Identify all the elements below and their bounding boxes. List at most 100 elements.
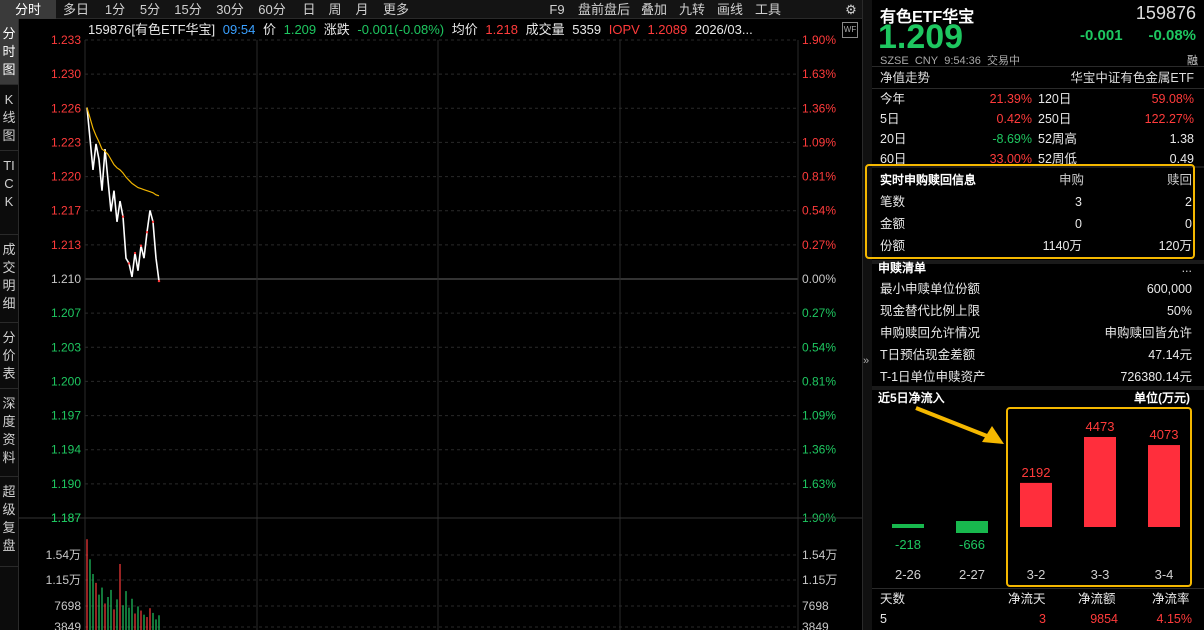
- flow-summary-header: 净流额: [1078, 592, 1116, 606]
- stat-value: 0.42%: [996, 112, 1032, 126]
- flow-bar: [892, 524, 924, 528]
- y-right-tick: 1.36%: [802, 101, 836, 115]
- flow-bar-label: -666: [959, 537, 985, 552]
- y-left-tick: 1.217: [51, 204, 81, 218]
- list-row-label: 最小申赎单位份额: [880, 282, 981, 296]
- stat-label: 52周高: [1038, 132, 1077, 146]
- tab-fenshi[interactable]: 分时: [0, 0, 56, 19]
- intraday-chart: 1.233 1.90% 1.230 1.63% 1.226 1.36% 1.223 1.09%…: [19, 33, 862, 630]
- security-code: 159876: [1135, 3, 1196, 23]
- y-left-tick: 1.210: [51, 272, 81, 286]
- nav-item-5[interactable]: 深度资料: [0, 389, 18, 477]
- nav-item-0[interactable]: 分时图: [0, 19, 18, 85]
- nav-item-4[interactable]: 分价表: [0, 323, 18, 389]
- stat-value: 122.27%: [1144, 112, 1194, 126]
- price-point: [133, 251, 137, 255]
- price-point: [145, 231, 149, 234]
- flow-summary-header: 天数: [880, 592, 906, 606]
- list-row-value: 600,000: [1146, 282, 1192, 296]
- nav-item-1[interactable]: K线图: [0, 85, 18, 151]
- y-right-tick: 1.63%: [802, 67, 836, 81]
- y-right-tick: 0.54%: [802, 340, 836, 354]
- flow-summary-value: 9854: [1090, 612, 1118, 626]
- list-row-value: 50%: [1166, 304, 1192, 318]
- tab-15min[interactable]: 15分: [170, 0, 206, 19]
- flow-summary-value: 5: [880, 612, 887, 626]
- tab-draw-line[interactable]: 画线: [714, 0, 746, 19]
- list-row-label: 现金替代比例上限: [880, 304, 981, 318]
- list-row-label: T-1日单位申赎资产: [880, 370, 986, 384]
- volume-tick: 1.54万: [46, 548, 81, 562]
- volume-tick: 1.54万: [802, 548, 837, 562]
- nav-item-3[interactable]: 成交明细: [0, 235, 18, 323]
- list-row-value: 申购赎回皆允许: [1104, 326, 1192, 340]
- volume-top-price: 1.187: [51, 511, 81, 525]
- tab-5min[interactable]: 5分: [134, 0, 166, 19]
- volume-tick: 3849: [54, 620, 81, 630]
- y-left-tick: 1.233: [51, 33, 81, 47]
- nav-item-6[interactable]: 超级复盘: [0, 477, 18, 567]
- nav-item-2[interactable]: TICK: [0, 151, 18, 235]
- y-right-tick: 0.27%: [802, 238, 836, 252]
- y-right-tick: 0.27%: [802, 306, 836, 320]
- chevron-right-icon[interactable]: »: [863, 355, 869, 367]
- flow-summary-value: 3: [1039, 612, 1046, 626]
- flow-summary-header: 净流率: [1152, 592, 1190, 606]
- y-right-tick: 1.90%: [802, 33, 836, 47]
- arrow-icon: [915, 406, 1004, 444]
- volume-tick: 3849: [802, 620, 829, 630]
- tab-f9[interactable]: F9: [546, 0, 568, 19]
- list-row-value: 47.14元: [1148, 348, 1192, 362]
- y-right-tick: 1.63%: [802, 477, 836, 491]
- period-toolbar: 分时 多日 1分 5分 15分 30分 60分 日 周 月 更多 F9 盘前盘后…: [0, 0, 862, 19]
- price-point: [127, 262, 131, 265]
- stat-label: 250日: [1038, 112, 1072, 126]
- flow-bar-label: -218: [895, 537, 921, 552]
- volume-tick: 1.15万: [802, 573, 837, 587]
- tab-more[interactable]: 更多: [378, 0, 414, 19]
- flow-summary-header: 净流天: [1008, 592, 1046, 606]
- tab-premarket[interactable]: 盘前盘后: [575, 0, 633, 19]
- tab-day[interactable]: 日: [298, 0, 320, 19]
- stat-value: 1.38: [1169, 132, 1194, 146]
- y-left-tick: 1.194: [51, 443, 81, 457]
- y-left-tick: 1.230: [51, 67, 81, 81]
- tab-month[interactable]: 月: [351, 0, 373, 19]
- flow-date-label: 2-26: [895, 567, 921, 582]
- price-point: [151, 220, 155, 224]
- list-more-button[interactable]: ...: [1182, 258, 1192, 278]
- tracked-index: 华宝中证有色金属ETF: [1070, 71, 1194, 85]
- list-row-label: T日预估现金差额: [880, 348, 976, 362]
- tab-overlay[interactable]: 叠加: [638, 0, 670, 19]
- price-point: [157, 279, 161, 283]
- tab-1min[interactable]: 1分: [100, 0, 130, 19]
- left-view-nav: 分时图 K线图 TICK 成交明细 分价表 深度资料 超级复盘: [0, 19, 19, 630]
- y-left-tick: 1.220: [51, 170, 81, 184]
- stat-value: 21.39%: [989, 92, 1032, 106]
- y-left-tick: 1.213: [51, 238, 81, 252]
- y-right-tick: 0.00%: [802, 272, 836, 286]
- price-point: [139, 244, 143, 247]
- stat-label: 20日: [880, 132, 907, 146]
- divider: [872, 66, 1204, 67]
- tab-30min[interactable]: 30分: [212, 0, 248, 19]
- y-left-tick: 1.200: [51, 374, 81, 388]
- panel-collapse-handle[interactable]: »: [862, 0, 872, 630]
- tab-week[interactable]: 周: [324, 0, 346, 19]
- tab-tools[interactable]: 工具: [752, 0, 784, 19]
- price-line: [86, 107, 160, 282]
- y-left-tick: 1.207: [51, 306, 81, 320]
- stat-value: 59.08%: [1151, 92, 1194, 106]
- y-right-tick: 0.81%: [802, 170, 836, 184]
- stat-label: 今年: [880, 92, 906, 106]
- tab-60min[interactable]: 60分: [254, 0, 290, 19]
- y-right-tick: 1.09%: [802, 409, 836, 423]
- tab-nine-turn[interactable]: 九转: [676, 0, 708, 19]
- y-left-tick: 1.223: [51, 135, 81, 149]
- y-right-tick: 1.36%: [802, 443, 836, 457]
- volume-tick: 7698: [54, 599, 81, 613]
- gear-icon[interactable]: ⚙: [842, 0, 860, 19]
- netvalue-link[interactable]: 净值走势: [880, 68, 930, 88]
- tab-multiday[interactable]: 多日: [58, 0, 94, 19]
- y-right-tick: 1.09%: [802, 135, 836, 149]
